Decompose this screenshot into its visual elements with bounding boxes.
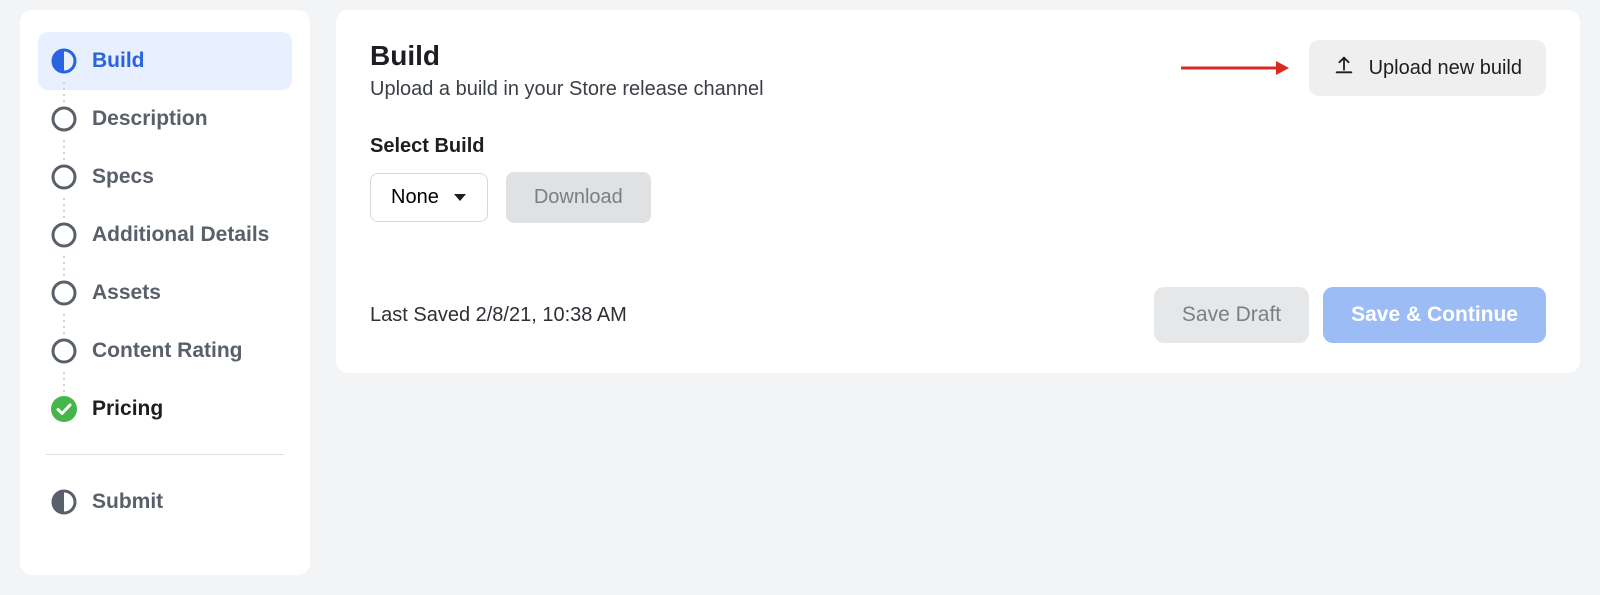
sidebar-item-label: Pricing	[92, 397, 163, 421]
sidebar-item-assets[interactable]: Assets	[38, 264, 292, 322]
upload-icon	[1333, 54, 1355, 82]
sidebar-item-label: Assets	[92, 281, 161, 305]
last-saved-text: Last Saved 2/8/21, 10:38 AM	[370, 304, 627, 327]
half-circle-icon	[50, 488, 78, 516]
page-description: Upload a build in your Store release cha…	[370, 78, 764, 101]
empty-circle-icon	[50, 337, 78, 365]
sidebar-item-pricing[interactable]: Pricing	[38, 380, 292, 438]
sidebar: Build Description Specs Additional Detai…	[20, 10, 310, 575]
caret-down-icon	[453, 186, 467, 209]
sidebar-item-content-rating[interactable]: Content Rating	[38, 322, 292, 380]
footer-row: Last Saved 2/8/21, 10:38 AM Save Draft S…	[370, 287, 1546, 343]
page-title: Build	[370, 40, 764, 72]
half-circle-icon	[50, 47, 78, 75]
sidebar-item-label: Content Rating	[92, 339, 242, 363]
upload-new-build-button[interactable]: Upload new build	[1309, 40, 1546, 96]
sidebar-item-label: Submit	[92, 490, 163, 514]
sidebar-item-additional-details[interactable]: Additional Details	[38, 206, 292, 264]
header-text: Build Upload a build in your Store relea…	[370, 40, 764, 101]
sidebar-item-submit[interactable]: Submit	[38, 473, 292, 531]
select-build-dropdown[interactable]: None	[370, 173, 488, 222]
sidebar-item-specs[interactable]: Specs	[38, 148, 292, 206]
controls-row: None Download	[370, 172, 1546, 223]
select-value: None	[391, 186, 439, 209]
save-continue-button[interactable]: Save & Continue	[1323, 287, 1546, 343]
check-circle-icon	[50, 395, 78, 423]
sidebar-item-label: Build	[92, 49, 145, 73]
sidebar-item-label: Additional Details	[92, 223, 269, 247]
arrow-annotation-icon	[1181, 58, 1291, 83]
save-draft-button[interactable]: Save Draft	[1154, 287, 1309, 343]
sidebar-item-label: Specs	[92, 165, 154, 189]
main-panel: Build Upload a build in your Store relea…	[336, 10, 1580, 373]
sidebar-item-label: Description	[92, 107, 208, 131]
download-button[interactable]: Download	[506, 172, 651, 223]
sidebar-item-description[interactable]: Description	[38, 90, 292, 148]
select-build-label: Select Build	[370, 135, 1546, 158]
empty-circle-icon	[50, 279, 78, 307]
empty-circle-icon	[50, 163, 78, 191]
footer-buttons: Save Draft Save & Continue	[1154, 287, 1546, 343]
sidebar-item-build[interactable]: Build	[38, 32, 292, 90]
sidebar-divider	[46, 454, 284, 455]
upload-button-label: Upload new build	[1369, 57, 1522, 80]
empty-circle-icon	[50, 105, 78, 133]
header-row: Build Upload a build in your Store relea…	[370, 40, 1546, 101]
empty-circle-icon	[50, 221, 78, 249]
